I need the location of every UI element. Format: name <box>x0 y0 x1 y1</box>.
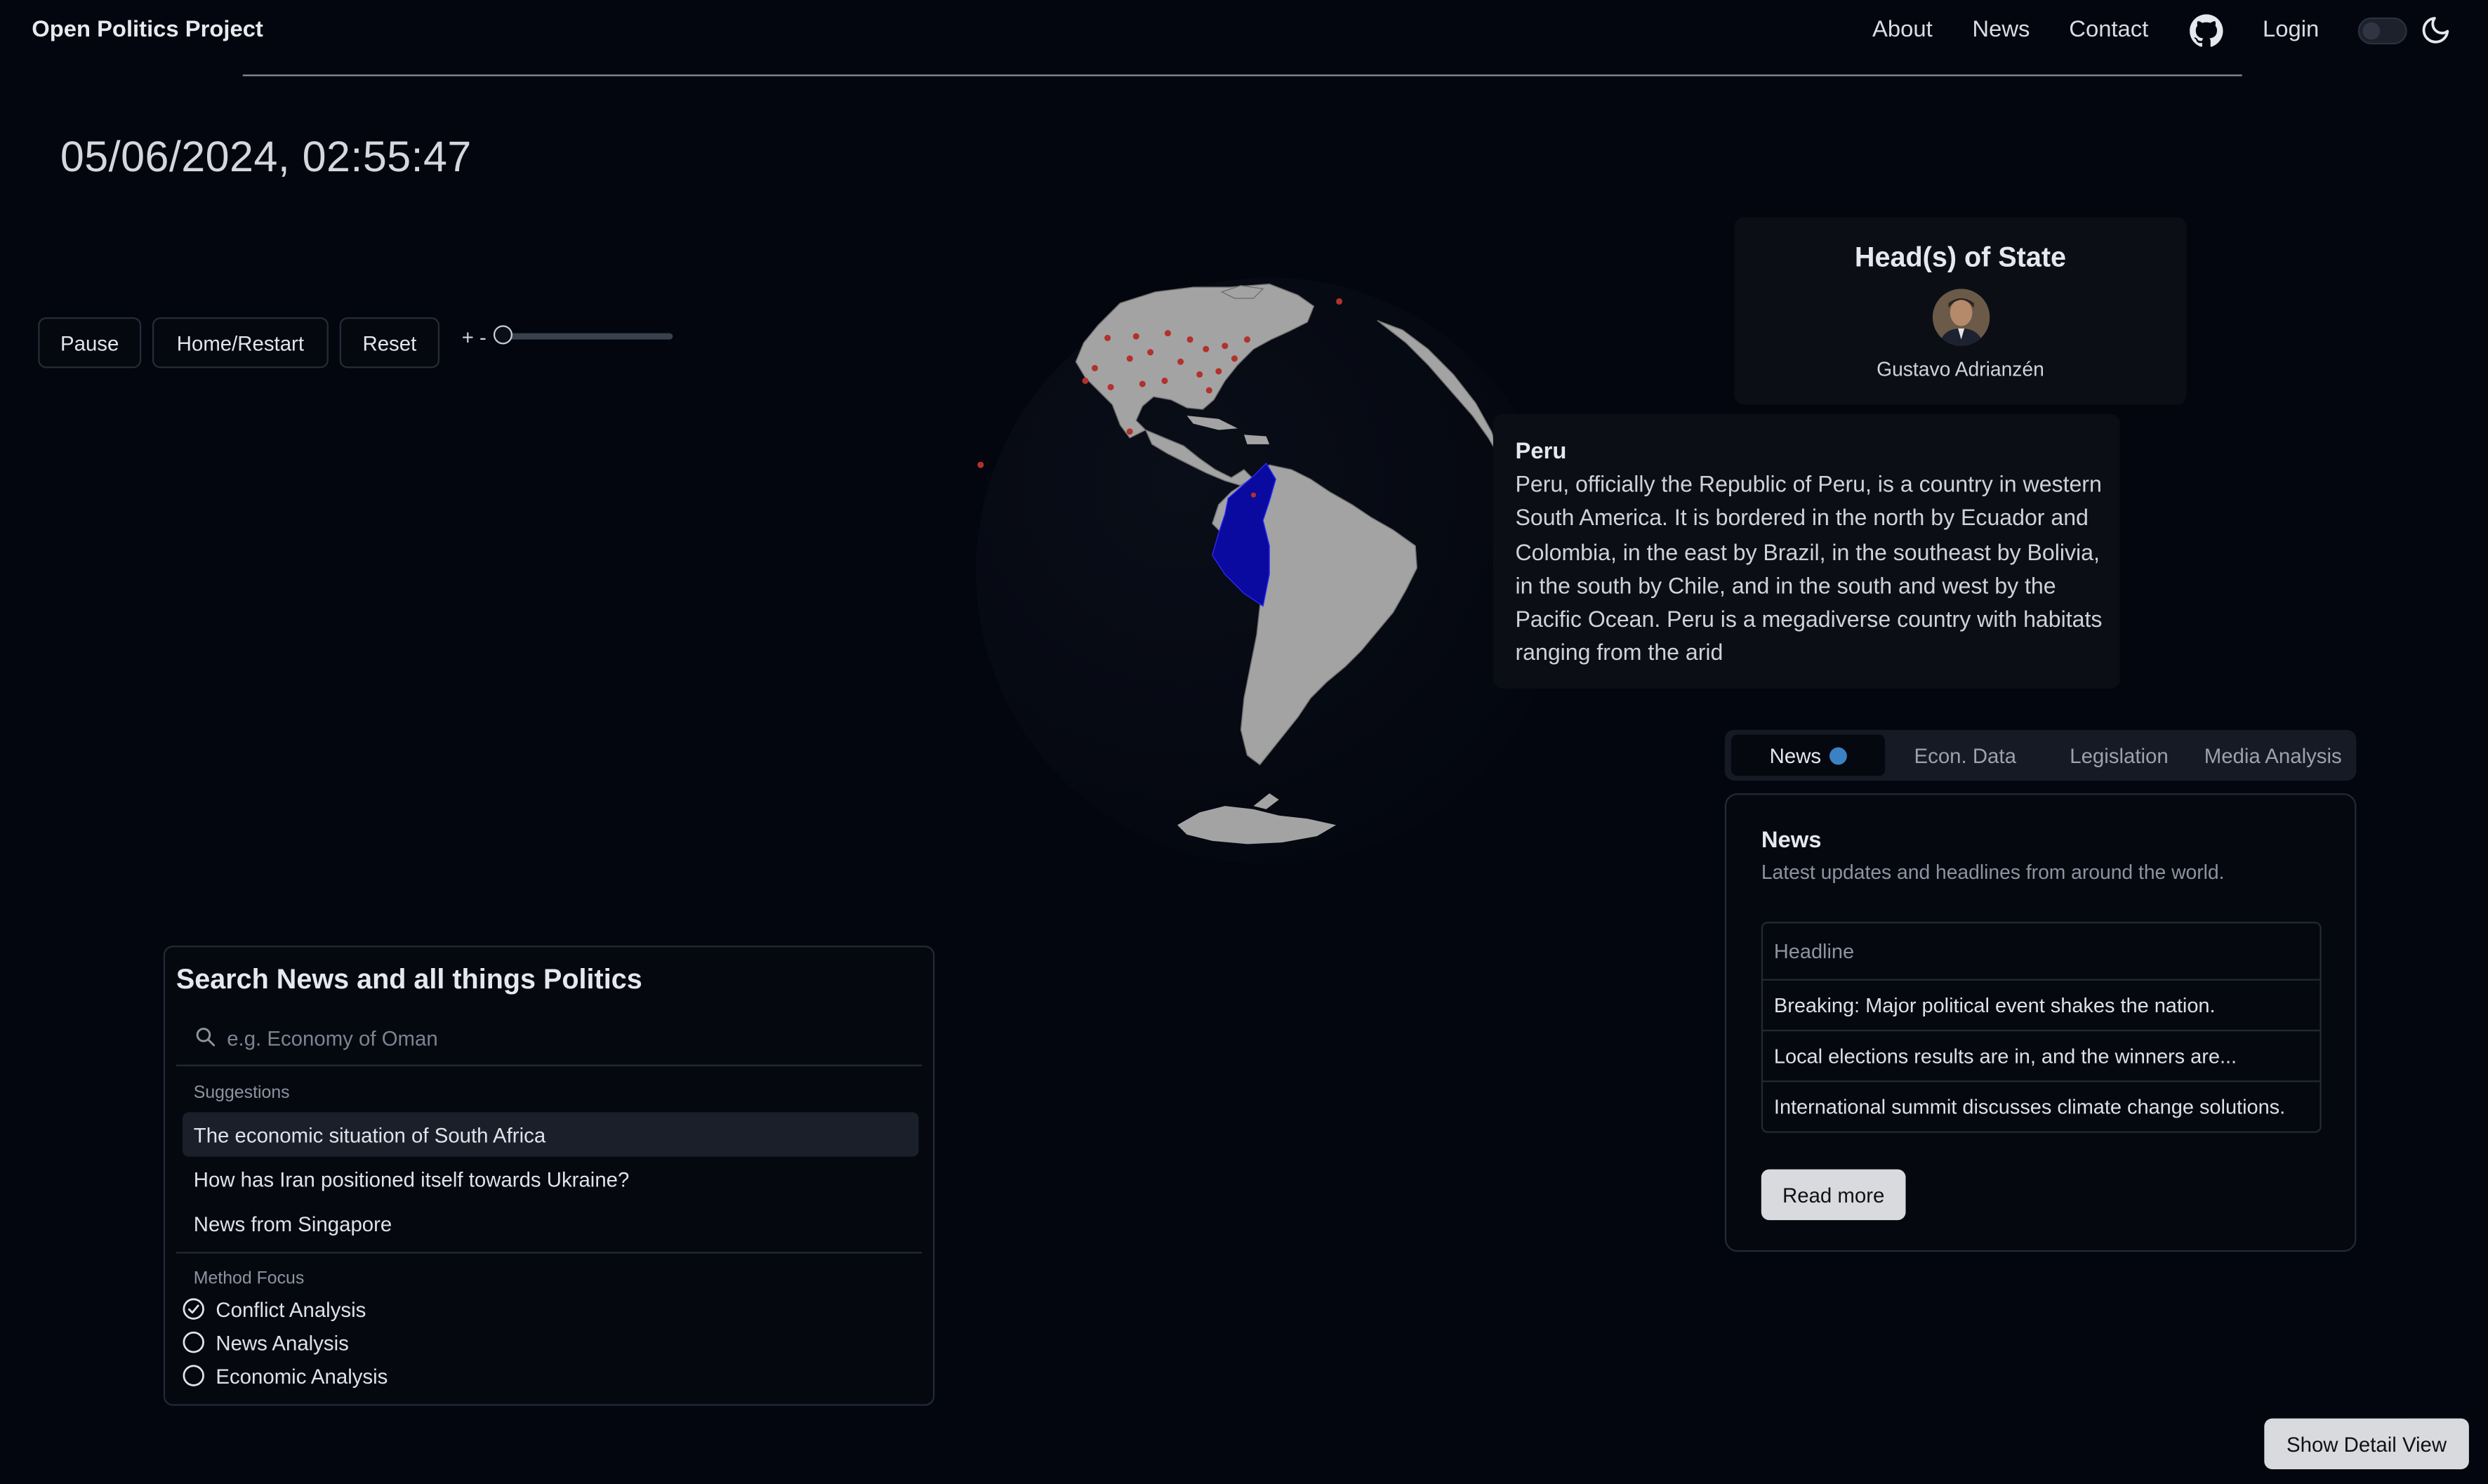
read-more-button[interactable]: Read more <box>1761 1169 1906 1221</box>
zoom-slider-thumb[interactable] <box>493 325 513 345</box>
nav-contact[interactable]: Contact <box>2069 18 2148 43</box>
datetime-display: 05/06/2024, 02:55:47 <box>60 133 472 181</box>
table-row[interactable]: Breaking: Major political event shakes t… <box>1763 979 2320 1030</box>
news-title: News <box>1761 828 1822 854</box>
new-indicator-dot <box>1829 746 1847 764</box>
search-input[interactable] <box>223 1019 913 1057</box>
header-divider <box>242 74 2242 77</box>
nav-about[interactable]: About <box>1872 18 1933 43</box>
suggestion-item[interactable]: The economic situation of South Africa <box>182 1112 919 1157</box>
radio-circle-icon <box>183 1365 204 1386</box>
tab-media-analysis[interactable]: Media Analysis <box>2196 734 2350 776</box>
brand-title[interactable]: Open Politics Project <box>32 18 263 43</box>
divider <box>176 1252 922 1254</box>
head-of-state-name: Gustavo Adrianzén <box>1877 358 2044 381</box>
show-detail-view-button[interactable]: Show Detail View <box>2264 1418 2469 1469</box>
head-of-state-title: Head(s) of State <box>1854 241 2067 273</box>
method-option-economic[interactable]: Economic Analysis <box>183 1360 388 1391</box>
zoom-label: + - <box>461 325 487 350</box>
news-card: News Latest updates and headlines from a… <box>1724 793 2357 1252</box>
table-row[interactable]: International summit discusses climate c… <box>1763 1080 2320 1131</box>
suggestion-item[interactable]: How has Iran positioned itself towards U… <box>183 1157 919 1201</box>
country-description: Peru, officially the Republic of Peru, i… <box>1515 472 2103 668</box>
table-row[interactable]: Local elections results are in, and the … <box>1763 1029 2320 1080</box>
radio-circle-icon <box>183 1331 204 1353</box>
pause-button[interactable]: Pause <box>38 317 142 369</box>
divider <box>176 1064 922 1066</box>
search-icon <box>196 1028 216 1047</box>
method-label: Conflict Analysis <box>216 1297 366 1321</box>
avatar <box>1932 289 1990 346</box>
method-focus-label: Method Focus <box>193 1269 305 1289</box>
country-name: Peru <box>1515 439 1567 465</box>
tab-econ-data[interactable]: Econ. Data <box>1888 734 2042 776</box>
zoom-slider[interactable] <box>498 333 673 340</box>
method-label: News Analysis <box>216 1330 349 1355</box>
news-subtitle: Latest updates and headlines from around… <box>1761 861 2225 884</box>
nav-news[interactable]: News <box>1972 18 2030 43</box>
method-option-news[interactable]: News Analysis <box>183 1327 349 1358</box>
search-title: Search News and all things Politics <box>176 962 642 995</box>
suggestion-item[interactable]: News from Singapore <box>183 1201 919 1245</box>
suggestions-label: Suggestions <box>193 1083 290 1103</box>
theme-toggle[interactable] <box>2357 17 2407 45</box>
country-info-card: Peru Peru, officially the Republic of Pe… <box>1493 413 2120 689</box>
globe-map[interactable] <box>889 238 1555 904</box>
github-icon[interactable] <box>2190 14 2223 47</box>
moon-icon[interactable] <box>2420 14 2451 46</box>
login-link[interactable]: Login <box>2263 18 2319 43</box>
data-tabs: News Econ. Data Legislation Media Analys… <box>1724 729 2357 781</box>
news-table: Headline Breaking: Major political event… <box>1761 922 2322 1133</box>
home-restart-button[interactable]: Home/Restart <box>152 317 329 369</box>
tab-news-label: News <box>1769 743 1822 767</box>
search-panel: Search News and all things Politics Sugg… <box>163 946 935 1406</box>
check-circle-icon <box>183 1298 204 1320</box>
head-of-state-card: Head(s) of State Gustavo Adrianzén <box>1734 217 2187 405</box>
news-table-header: Headline <box>1773 939 1855 963</box>
method-label: Economic Analysis <box>216 1363 388 1388</box>
method-option-conflict[interactable]: Conflict Analysis <box>183 1293 366 1325</box>
tab-legislation[interactable]: Legislation <box>2042 734 2196 776</box>
tab-news[interactable]: News <box>1731 734 1886 776</box>
toggle-knob <box>2362 22 2381 40</box>
reset-button[interactable]: Reset <box>339 317 440 369</box>
